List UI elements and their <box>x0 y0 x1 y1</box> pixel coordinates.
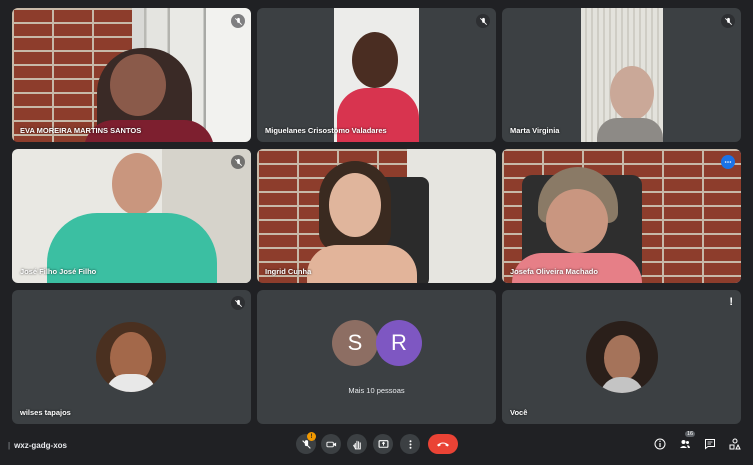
more-people-label: Mais 10 pessoas <box>348 386 405 395</box>
participant-video <box>329 173 381 237</box>
participant-tile[interactable]: Miguelanes Crisostomo Valadares <box>257 8 496 142</box>
participant-name: Josefa Oliveira Machado <box>510 267 598 276</box>
participant-video <box>352 32 398 88</box>
participant-name: Miguelanes Crisostomo Valadares <box>265 126 387 135</box>
more-options-icon[interactable] <box>400 434 420 454</box>
participant-video <box>112 153 162 215</box>
participant-tile[interactable]: wilses tapajos <box>12 290 251 424</box>
participant-name: EVA MOREIRA MARTINS SANTOS <box>20 126 142 135</box>
participant-tile[interactable]: José Filho José Filho <box>12 149 251 283</box>
avatar: S <box>332 320 378 366</box>
mic-off-icon <box>231 155 245 169</box>
participant-name: Marta Virginia <box>510 126 560 135</box>
participant-tile[interactable]: Ingrid Cunha <box>257 149 496 283</box>
meeting-code-text: wxz-gadg-xos <box>14 441 67 450</box>
activities-icon[interactable] <box>728 437 742 451</box>
divider: | <box>8 441 11 450</box>
avatar: R <box>376 320 422 366</box>
hangup-icon[interactable] <box>428 434 458 454</box>
participant-video <box>597 118 663 142</box>
others-tile[interactable]: S R Mais 10 pessoas <box>257 290 496 424</box>
participant-video <box>610 66 654 120</box>
mic-off-icon <box>231 14 245 28</box>
participant-tile-active-speaker[interactable]: Josefa Oliveira Machado <box>502 149 741 283</box>
people-icon[interactable] <box>678 437 692 451</box>
raise-hand-icon[interactable] <box>347 434 367 454</box>
chat-icon[interactable] <box>703 437 717 451</box>
participant-video <box>546 189 608 253</box>
mic-off-icon <box>231 296 245 310</box>
participant-count-badge: 16 <box>685 431 696 437</box>
participant-tile[interactable]: EVA MOREIRA MARTINS SANTOS <box>12 8 251 142</box>
self-avatar <box>586 321 658 393</box>
participant-name: Você <box>510 408 528 417</box>
alert-icon[interactable]: ! <box>729 296 733 308</box>
participant-tile[interactable]: Marta Virginia <box>502 8 741 142</box>
meeting-code: | wxz-gadg-xos <box>8 441 67 450</box>
participant-video <box>110 54 166 116</box>
participant-avatar <box>96 322 166 392</box>
control-bar: | wxz-gadg-xos ! 16 <box>0 428 753 465</box>
camera-icon[interactable] <box>321 434 341 454</box>
mic-off-icon <box>721 14 735 28</box>
participant-name: wilses tapajos <box>20 408 71 417</box>
mic-off-icon <box>476 14 490 28</box>
participant-video <box>307 245 417 283</box>
more-options-icon[interactable] <box>721 155 735 169</box>
mic-warning-badge: ! <box>307 432 316 441</box>
participant-name: Ingrid Cunha <box>265 267 312 276</box>
participant-name: José Filho José Filho <box>20 267 97 276</box>
present-icon[interactable] <box>373 434 393 454</box>
self-tile[interactable]: ! Você <box>502 290 741 424</box>
info-icon[interactable] <box>653 437 667 451</box>
